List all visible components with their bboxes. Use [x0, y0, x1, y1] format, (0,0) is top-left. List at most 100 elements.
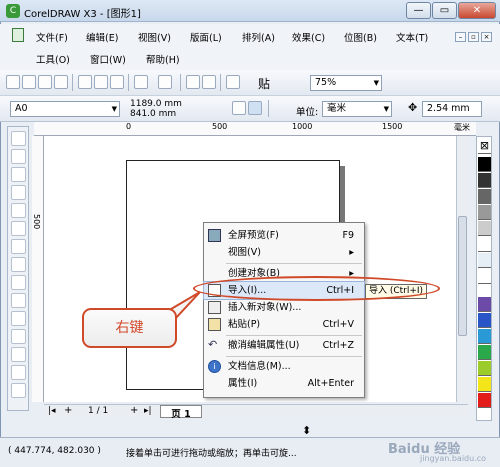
menu-item-shortcut: Ctrl+V: [322, 319, 354, 330]
swatch-cyan[interactable]: [478, 329, 491, 344]
add-page-button[interactable]: +: [64, 405, 72, 416]
menu-item-properties[interactable]: 属性(I) Alt+Enter: [204, 375, 364, 392]
nudge-distance-field[interactable]: 2.54 mm: [422, 101, 482, 117]
page-tab[interactable]: 页 1: [160, 405, 202, 420]
swatch-purple[interactable]: [478, 297, 491, 312]
mdi-close-button[interactable]: ×: [481, 32, 492, 42]
property-bar: A0 ▼ 1189.0 mm 841.0 mm 单位: 毫米 ▼ ✥ 2.54 mm: [0, 96, 500, 122]
menu-item-undo-edit-properties[interactable]: ↶ 撤消编辑属性(U) Ctrl+Z: [204, 337, 364, 354]
interactive-blend-tool-icon[interactable]: [11, 329, 26, 344]
menu-item-full-screen-preview[interactable]: 全屏预览(F) F9: [204, 227, 364, 244]
smart-fill-tool-icon[interactable]: [11, 221, 26, 236]
first-page-button[interactable]: |◂: [48, 406, 56, 416]
pick-tool-icon[interactable]: [11, 131, 26, 146]
annotation-callout: 右键: [82, 308, 177, 348]
paper-type-value: A0: [15, 103, 28, 114]
swatch-gray[interactable]: [478, 173, 491, 188]
shape-tool-icon[interactable]: [11, 149, 26, 164]
swatch-black[interactable]: [478, 157, 491, 172]
export-icon[interactable]: [202, 75, 216, 89]
menu-arrange[interactable]: 排列(A): [242, 30, 275, 44]
menu-item-document-info[interactable]: i 文档信息(M)...: [204, 358, 364, 375]
menu-edit[interactable]: 编辑(E): [86, 30, 118, 44]
swatch-gray[interactable]: [478, 221, 491, 236]
no-color-swatch[interactable]: ⊠: [478, 139, 491, 154]
paper-type-select[interactable]: A0 ▼: [10, 101, 120, 117]
swatch-green[interactable]: [478, 345, 491, 360]
swatch-yellow[interactable]: [478, 377, 491, 392]
crop-tool-icon[interactable]: [11, 167, 26, 182]
menu-bitmaps[interactable]: 位图(B): [344, 30, 377, 44]
fill-tool-icon[interactable]: [11, 383, 26, 398]
import-icon[interactable]: [186, 75, 200, 89]
menu-item-insert-new-object[interactable]: 插入新对象(W)...: [204, 299, 364, 316]
text-tool-icon[interactable]: [11, 311, 26, 326]
mdi-restore-button[interactable]: ▫: [468, 32, 479, 42]
height-field[interactable]: 841.0 mm: [130, 109, 176, 119]
swatch-light[interactable]: [478, 253, 491, 268]
eyedropper-tool-icon[interactable]: [11, 347, 26, 362]
zoom-tool-icon[interactable]: [11, 185, 26, 200]
menu-item-label: 全屏预览(F): [228, 230, 279, 241]
last-page-button[interactable]: ▸|: [144, 406, 152, 416]
swatch-blue[interactable]: [478, 313, 491, 328]
rectangle-tool-icon[interactable]: [11, 239, 26, 254]
menu-item-label: 插入新对象(W)...: [228, 302, 302, 313]
context-menu: 全屏预览(F) F9 视图(V) ▸ 创建对象(B) ▸ 导入(I)... Ct…: [203, 222, 365, 398]
outline-tool-icon[interactable]: [11, 365, 26, 380]
vertical-scrollbar[interactable]: [456, 136, 468, 402]
redo-icon[interactable]: [158, 75, 172, 89]
swatch-gray[interactable]: [478, 205, 491, 220]
minimize-button[interactable]: —: [406, 2, 431, 19]
scroll-thumb[interactable]: [458, 216, 467, 336]
print-icon[interactable]: [54, 75, 68, 89]
swatch-red[interactable]: [478, 393, 491, 408]
menu-bar: 文件(F) 编辑(E) 视图(V) 版面(L) 排列(A) 效果(C) 位图(B…: [0, 24, 500, 70]
add-page-after-button[interactable]: +: [130, 405, 138, 416]
open-icon[interactable]: [22, 75, 36, 89]
units-label: 单位:: [296, 107, 319, 118]
copy-icon[interactable]: [94, 75, 108, 89]
maximize-button[interactable]: ▭: [432, 2, 457, 19]
portrait-icon[interactable]: [232, 101, 246, 115]
width-field[interactable]: 1189.0 mm: [130, 99, 182, 109]
menu-window[interactable]: 窗口(W): [90, 52, 126, 66]
toolbar-separator: [268, 100, 269, 117]
menu-effects[interactable]: 效果(C): [292, 30, 325, 44]
mdi-minimize-button[interactable]: –: [455, 32, 466, 42]
menu-file[interactable]: 文件(F): [36, 30, 68, 44]
snap-icon[interactable]: 贴: [258, 75, 270, 92]
application-launcher-icon[interactable]: [226, 75, 240, 89]
zoom-select[interactable]: 75% ▼: [310, 75, 382, 91]
menu-separator: [226, 335, 362, 336]
menu-tools[interactable]: 工具(O): [36, 52, 70, 66]
zoom-value: 75%: [315, 77, 337, 88]
landscape-icon[interactable]: [248, 101, 262, 115]
ellipse-tool-icon[interactable]: [11, 257, 26, 272]
status-hint: 接着单击可进行拖动或缩放；再单击可旋...: [126, 449, 297, 459]
save-icon[interactable]: [38, 75, 52, 89]
cut-icon[interactable]: [78, 75, 92, 89]
status-bar: ( 447.774, 482.030 ) 接着单击可进行拖动或缩放；再单击可旋.…: [0, 437, 500, 467]
close-button[interactable]: ✕: [458, 2, 496, 19]
swatch-white[interactable]: [478, 269, 491, 284]
swatch-yellow-green[interactable]: [478, 361, 491, 376]
color-palette: ⊠: [476, 136, 492, 421]
paste-icon[interactable]: [110, 75, 124, 89]
menu-layout[interactable]: 版面(L): [190, 30, 222, 44]
basic-shapes-tool-icon[interactable]: [11, 293, 26, 308]
freehand-tool-icon[interactable]: [11, 203, 26, 218]
new-icon[interactable]: [6, 75, 20, 89]
swatch-white[interactable]: [478, 237, 491, 252]
menu-item-paste[interactable]: 粘贴(P) Ctrl+V: [204, 316, 364, 333]
menu-separator: [226, 356, 362, 357]
cursor-coordinates: ( 447.774, 482.030 ): [8, 446, 101, 456]
menu-help[interactable]: 帮助(H): [146, 52, 180, 66]
polygon-tool-icon[interactable]: [11, 275, 26, 290]
menu-item-view[interactable]: 视图(V) ▸: [204, 244, 364, 261]
swatch-gray[interactable]: [478, 189, 491, 204]
menu-text[interactable]: 文本(T): [396, 30, 428, 44]
menu-view[interactable]: 视图(V): [138, 30, 171, 44]
units-select[interactable]: 毫米 ▼: [322, 101, 392, 117]
undo-icon[interactable]: [134, 75, 148, 89]
